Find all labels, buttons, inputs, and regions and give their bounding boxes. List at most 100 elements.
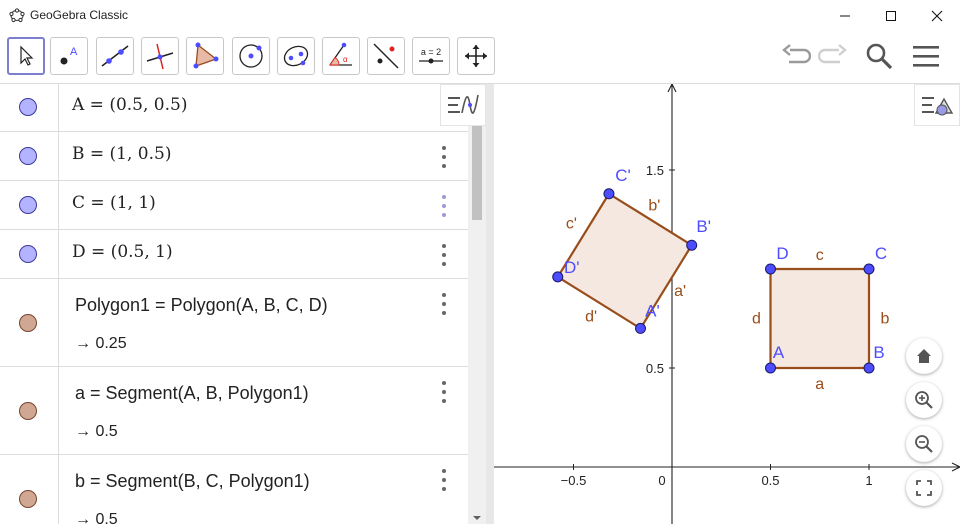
move-arrows-icon bbox=[465, 45, 487, 67]
ellipse-icon bbox=[283, 45, 309, 67]
home-view-button[interactable] bbox=[906, 338, 942, 374]
redo-icon bbox=[818, 44, 847, 64]
point-D[interactable] bbox=[765, 263, 776, 275]
segment-label: a' bbox=[674, 283, 686, 300]
main-menu-button[interactable] bbox=[909, 39, 943, 73]
scroll-down-icon[interactable] bbox=[468, 512, 486, 524]
search-icon bbox=[866, 43, 893, 70]
point-A-prime[interactable] bbox=[634, 322, 646, 334]
point-D-prime[interactable] bbox=[552, 271, 564, 283]
graphics-style-button[interactable] bbox=[914, 84, 960, 126]
move-tool-button[interactable] bbox=[7, 37, 45, 75]
point-label: B' bbox=[696, 217, 711, 236]
circle-tool-button[interactable] bbox=[232, 37, 270, 75]
hamburger-menu-icon bbox=[913, 46, 939, 67]
polygons[interactable] bbox=[556, 192, 871, 370]
point-label: A' bbox=[645, 301, 660, 320]
scrollbar-thumb[interactable] bbox=[472, 126, 482, 220]
more-options-icon[interactable] bbox=[439, 146, 449, 168]
algebra-expression-B[interactable]: B = (1, 0.5) bbox=[72, 144, 171, 164]
visibility-toggle-B[interactable] bbox=[19, 147, 37, 165]
visibility-toggle-A[interactable] bbox=[19, 98, 37, 116]
graphics-canvas[interactable]: −0.500.510.511.5 abcda'b'c'd' ABCDA'B'C'… bbox=[494, 84, 960, 524]
more-options-icon[interactable] bbox=[439, 469, 449, 491]
algebra-row-a[interactable]: a = Segment(A, B, Polygon1) → 0.5 bbox=[0, 367, 468, 455]
visibility-toggle-b[interactable] bbox=[19, 490, 37, 508]
segment-label: a bbox=[815, 376, 824, 393]
view-divider[interactable] bbox=[486, 84, 494, 524]
more-options-icon[interactable] bbox=[439, 244, 449, 266]
zoom-in-button[interactable] bbox=[906, 382, 942, 418]
visibility-toggle-D[interactable] bbox=[19, 245, 37, 263]
x-tick-label: 0.5 bbox=[761, 473, 779, 488]
algebra-row-b[interactable]: b = Segment(B, C, Polygon1) → 0.5 bbox=[0, 455, 468, 524]
reflect-about-line-icon bbox=[373, 43, 399, 69]
algebra-definition-b[interactable]: b = Segment(B, C, Polygon1) bbox=[75, 471, 310, 492]
polygon-tool-button[interactable] bbox=[186, 37, 224, 75]
point-B[interactable] bbox=[863, 362, 875, 374]
minimize-button[interactable] bbox=[822, 0, 868, 31]
algebra-row-polygon1[interactable]: Polygon1 = Polygon(A, B, C, D) → 0.25 bbox=[0, 279, 468, 367]
svg-text:α: α bbox=[343, 55, 348, 64]
reflect-tool-button[interactable] bbox=[367, 37, 405, 75]
point-C[interactable] bbox=[863, 263, 875, 275]
more-options-icon[interactable] bbox=[439, 293, 449, 315]
algebra-row-B[interactable]: B = (1, 0.5) bbox=[0, 132, 468, 181]
fullscreen-button[interactable] bbox=[906, 470, 942, 506]
visibility-toggle-polygon1[interactable] bbox=[19, 314, 37, 332]
x-tick-label: 0 bbox=[658, 473, 665, 488]
move-graphics-tool-button[interactable] bbox=[457, 37, 495, 75]
zoom-out-icon bbox=[915, 435, 933, 453]
perpendicular-line-tool-button[interactable] bbox=[141, 37, 179, 75]
graphics-style-icon bbox=[922, 97, 954, 116]
home-icon bbox=[917, 349, 931, 363]
algebra-expression-C[interactable]: C = (1, 1) bbox=[72, 193, 156, 213]
undo-button[interactable] bbox=[779, 39, 813, 73]
algebra-row-D[interactable]: D = (0.5, 1) bbox=[0, 230, 468, 279]
minimize-icon bbox=[840, 15, 850, 16]
point-tool-button[interactable]: A bbox=[50, 37, 88, 75]
algebra-row-C[interactable]: C = (1, 1) bbox=[0, 181, 468, 230]
x-tick-label: 1 bbox=[865, 473, 872, 488]
graphics-view[interactable]: −0.500.510.511.5 abcda'b'c'd' ABCDA'B'C'… bbox=[494, 84, 960, 524]
maximize-button[interactable] bbox=[868, 0, 914, 31]
perpendicular-line-icon bbox=[146, 43, 174, 70]
line-icon bbox=[101, 45, 129, 67]
algebra-value-polygon1: → 0.25 bbox=[75, 335, 127, 352]
search-button[interactable] bbox=[862, 39, 896, 73]
visibility-toggle-a[interactable] bbox=[19, 402, 37, 420]
ellipse-tool-button[interactable] bbox=[277, 37, 315, 75]
algebra-definition-polygon1[interactable]: Polygon1 = Polygon(A, B, C, D) bbox=[75, 295, 328, 316]
algebra-definition-a[interactable]: a = Segment(A, B, Polygon1) bbox=[75, 383, 309, 404]
axes: −0.500.510.511.5 bbox=[494, 84, 960, 524]
more-options-icon[interactable] bbox=[439, 195, 449, 217]
y-tick-label: 0.5 bbox=[646, 361, 664, 376]
window-title: GeoGebra Classic bbox=[30, 8, 129, 22]
circle-icon bbox=[239, 44, 263, 68]
algebra-scrollbar[interactable] bbox=[468, 84, 486, 524]
point-A[interactable] bbox=[765, 362, 776, 374]
point-C-prime[interactable] bbox=[603, 188, 615, 200]
more-options-icon[interactable] bbox=[439, 381, 449, 403]
geogebra-logo-icon bbox=[9, 8, 25, 23]
redo-button[interactable] bbox=[816, 39, 850, 73]
segment-label: c bbox=[816, 247, 824, 264]
cursor-arrow-icon bbox=[20, 45, 34, 66]
slider-tool-button[interactable]: a = 2 bbox=[412, 37, 450, 75]
line-tool-button[interactable] bbox=[96, 37, 134, 75]
slider-icon bbox=[419, 58, 443, 64]
visibility-toggle-C[interactable] bbox=[19, 196, 37, 214]
algebra-expression-A[interactable]: A = (0.5, 0.5) bbox=[72, 95, 187, 115]
polygon1[interactable] bbox=[769, 267, 871, 370]
algebra-row-A[interactable]: A = (0.5, 0.5) bbox=[0, 84, 468, 132]
algebra-style-button[interactable] bbox=[440, 84, 486, 126]
polygon-icon bbox=[193, 42, 219, 69]
segment-label: b' bbox=[648, 198, 660, 215]
algebra-expression-D[interactable]: D = (0.5, 1) bbox=[72, 242, 173, 262]
point-B-prime[interactable] bbox=[686, 239, 698, 251]
close-button[interactable] bbox=[914, 0, 960, 31]
angle-tool-button[interactable]: α bbox=[322, 37, 360, 75]
segment-label: c' bbox=[566, 215, 577, 232]
zoom-out-button[interactable] bbox=[906, 426, 942, 462]
point-label: D' bbox=[564, 258, 580, 277]
